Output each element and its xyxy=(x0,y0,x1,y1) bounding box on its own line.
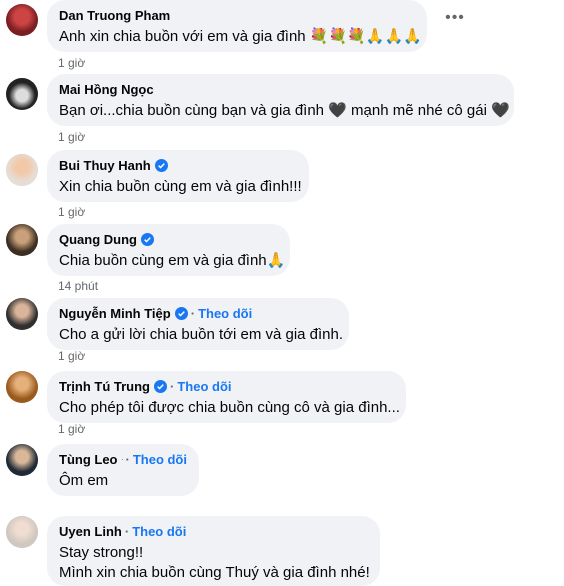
comment-time[interactable]: 14 phút xyxy=(58,279,98,293)
verified-badge-icon xyxy=(121,459,123,460)
commenter-name[interactable]: Uyen Linh xyxy=(59,523,122,540)
comment-text-line-1: Stay strong!! xyxy=(59,544,144,561)
comment-bubble: Nguyễn Minh Tiệp · Theo dõi Cho a gửi lờ… xyxy=(47,298,349,350)
comment-bubble: Mai Hồng Ngọc Bạn ơi...chia buồn cùng bạ… xyxy=(47,74,514,126)
comment-text: Anh xin chia buồn với em và gia đình 💐💐💐… xyxy=(59,28,422,45)
avatar[interactable] xyxy=(6,224,38,256)
comment-text-line-2: Mình xin chia buồn cùng Thuý và gia đình… xyxy=(59,564,370,581)
separator-dot: · xyxy=(124,524,130,539)
verified-badge-icon xyxy=(141,233,154,246)
avatar[interactable] xyxy=(6,298,38,330)
comment-text: Chia buồn cùng em và gia đình🙏 xyxy=(59,252,286,269)
follow-button[interactable]: Theo dõi xyxy=(177,378,231,395)
verified-badge-icon xyxy=(154,380,167,393)
avatar[interactable] xyxy=(6,371,38,403)
more-options-icon[interactable]: ••• xyxy=(440,3,470,33)
comment-time[interactable]: 1 giờ xyxy=(58,205,85,219)
comment-text: Cho phép tôi được chia buồn cùng cô và g… xyxy=(59,399,400,416)
follow-button[interactable]: Theo dõi xyxy=(198,305,252,322)
comment-time[interactable]: 1 giờ xyxy=(58,130,85,144)
comment-text: Xin chia buồn cùng em và gia đình!!! xyxy=(59,178,302,195)
comment-bubble: Quang Dung Chia buồn cùng em và gia đình… xyxy=(47,224,290,276)
comment-bubble: Dan Truong Pham Anh xin chia buồn với em… xyxy=(47,0,427,52)
avatar[interactable] xyxy=(6,516,38,548)
comment-time[interactable]: 1 giờ xyxy=(58,56,85,70)
comment-bubble: Trịnh Tú Trung · Theo dõi Cho phép tôi đ… xyxy=(47,371,406,423)
commenter-name[interactable]: Quang Dung xyxy=(59,231,137,248)
commenter-name[interactable]: Trịnh Tú Trung xyxy=(59,378,150,395)
avatar[interactable] xyxy=(6,4,38,36)
follow-button[interactable]: Theo dõi xyxy=(133,451,187,468)
comment-text: Cho a gửi lời chia buồn tới em và gia đì… xyxy=(59,326,344,343)
avatar[interactable] xyxy=(6,78,38,110)
commenter-name[interactable]: Tùng Leo xyxy=(59,451,118,468)
comment-bubble: Uyen Linh · Theo dõi Stay strong!! Mình … xyxy=(47,516,380,586)
separator-dot: · xyxy=(190,306,196,321)
avatar[interactable] xyxy=(6,444,38,476)
comment-bubble: Bui Thuy Hanh Xin chia buồn cùng em và g… xyxy=(47,150,309,202)
verified-badge-icon xyxy=(154,159,168,172)
comment-text: Bạn ơi...chia buồn cùng bạn và gia đình … xyxy=(59,102,510,119)
comment-time[interactable]: 1 giờ xyxy=(58,349,85,363)
commenter-name[interactable]: Mai Hồng Ngọc xyxy=(59,81,154,98)
comment-text: Ôm em xyxy=(59,472,109,489)
separator-dot: · xyxy=(125,452,130,467)
commenter-name[interactable]: Dan Truong Pham xyxy=(59,7,170,24)
separator-dot: · xyxy=(170,379,175,394)
comment-time[interactable]: 1 giờ xyxy=(58,422,85,436)
comment-bubble: Tùng Leo · Theo dõi Ôm em xyxy=(47,444,199,496)
commenter-name[interactable]: Nguyễn Minh Tiệp xyxy=(59,305,171,322)
follow-button[interactable]: Theo dõi xyxy=(132,523,186,540)
commenter-name[interactable]: Bui Thuy Hanh xyxy=(59,157,151,174)
avatar[interactable] xyxy=(6,154,38,186)
verified-badge-icon xyxy=(174,307,188,320)
